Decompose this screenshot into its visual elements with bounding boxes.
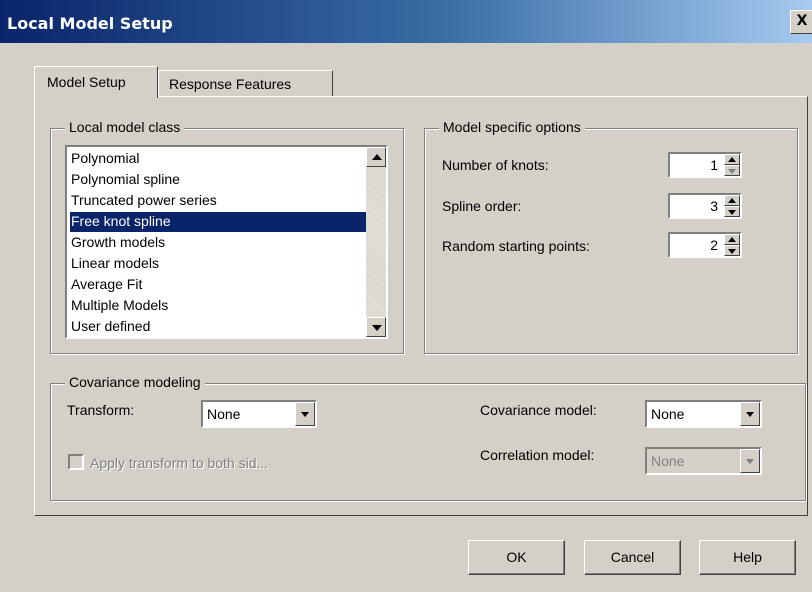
covariance-model-dropdown-button[interactable]	[740, 402, 760, 426]
covariance-model-selected-value[interactable]: None	[651, 406, 684, 422]
chevron-down-icon	[746, 412, 754, 417]
random-starting-points-increment-button[interactable]	[724, 234, 740, 245]
list-scrollbar[interactable]	[366, 147, 386, 337]
arrow-down-icon	[728, 210, 736, 215]
apply-transform-checkbox[interactable]	[68, 454, 84, 470]
apply-transform-label: Apply transform to both sid...	[90, 455, 269, 471]
list-item-truncated-power-series[interactable]: Truncated power series	[70, 191, 366, 211]
covariance-model-dropdown[interactable]: None	[645, 400, 762, 428]
covariance-model-label: Covariance model:	[480, 402, 597, 418]
correlation-model-dropdown[interactable]: None	[645, 447, 762, 475]
arrow-up-icon	[728, 237, 736, 242]
list-item-average-fit[interactable]: Average Fit	[70, 275, 366, 295]
tab-response-features[interactable]: Response Features	[158, 70, 333, 97]
list-item-user-defined[interactable]: User defined	[70, 317, 366, 337]
model-specific-options-legend: Model specific options	[439, 119, 585, 135]
spline-order-spinner[interactable]: 3	[668, 193, 742, 219]
list-item-free-knot-spline[interactable]: Free knot spline	[70, 212, 366, 232]
arrow-down-icon	[728, 169, 736, 174]
random-starting-points-label: Random starting points:	[442, 238, 590, 254]
transform-dropdown-button[interactable]	[295, 402, 315, 426]
arrow-down-icon	[728, 249, 736, 254]
random-starting-points-spinner[interactable]: 2	[668, 232, 742, 258]
knots-decrement-button[interactable]	[724, 165, 740, 176]
title-bar: Local Model Setup X	[0, 0, 812, 43]
list-item-polynomial-spline[interactable]: Polynomial spline	[70, 170, 366, 190]
transform-label: Transform:	[67, 402, 135, 418]
arrow-up-icon	[372, 154, 382, 160]
random-starting-points-decrement-button[interactable]	[724, 245, 740, 256]
covariance-modeling-legend: Covariance modeling	[65, 374, 205, 390]
cancel-button[interactable]: Cancel	[584, 540, 681, 575]
list-item-growth-models[interactable]: Growth models	[70, 233, 366, 253]
list-item-polynomial[interactable]: Polynomial	[70, 149, 366, 169]
spline-order-value[interactable]: 3	[710, 198, 718, 214]
correlation-model-label: Correlation model:	[480, 447, 595, 463]
scroll-up-button[interactable]	[366, 147, 386, 167]
spline-order-increment-button[interactable]	[724, 195, 740, 206]
window-title: Local Model Setup	[7, 14, 173, 33]
knots-label: Number of knots:	[442, 157, 549, 173]
spline-order-spin-buttons[interactable]	[724, 195, 740, 217]
arrow-down-icon	[372, 325, 382, 331]
knots-value[interactable]: 1	[710, 157, 718, 173]
arrow-up-icon	[728, 157, 736, 162]
list-item-multiple-models[interactable]: Multiple Models	[70, 296, 366, 316]
spline-order-label: Spline order:	[442, 198, 522, 214]
correlation-model-dropdown-button[interactable]	[740, 449, 760, 473]
local-model-class-legend: Local model class	[65, 119, 185, 135]
arrow-up-icon	[728, 198, 736, 203]
chevron-down-icon	[301, 412, 309, 417]
tab-model-setup[interactable]: Model Setup	[34, 66, 158, 98]
knots-increment-button[interactable]	[724, 154, 740, 165]
random-starting-points-spin-buttons[interactable]	[724, 234, 740, 256]
spline-order-decrement-button[interactable]	[724, 206, 740, 217]
scroll-down-button[interactable]	[366, 317, 386, 337]
local-model-class-list[interactable]: Polynomial Polynomial spline Truncated p…	[65, 145, 388, 339]
correlation-model-selected-value[interactable]: None	[651, 453, 684, 469]
list-item-linear-models[interactable]: Linear models	[70, 254, 366, 274]
random-starting-points-value[interactable]: 2	[710, 237, 718, 253]
transform-selected-value[interactable]: None	[207, 406, 240, 422]
ok-button[interactable]: OK	[468, 540, 565, 575]
transform-dropdown[interactable]: None	[201, 400, 317, 428]
chevron-down-icon	[746, 459, 754, 464]
knots-spinner[interactable]: 1	[668, 152, 742, 178]
knots-spin-buttons[interactable]	[724, 154, 740, 176]
help-button[interactable]: Help	[699, 540, 796, 575]
close-button[interactable]: X	[790, 10, 812, 34]
